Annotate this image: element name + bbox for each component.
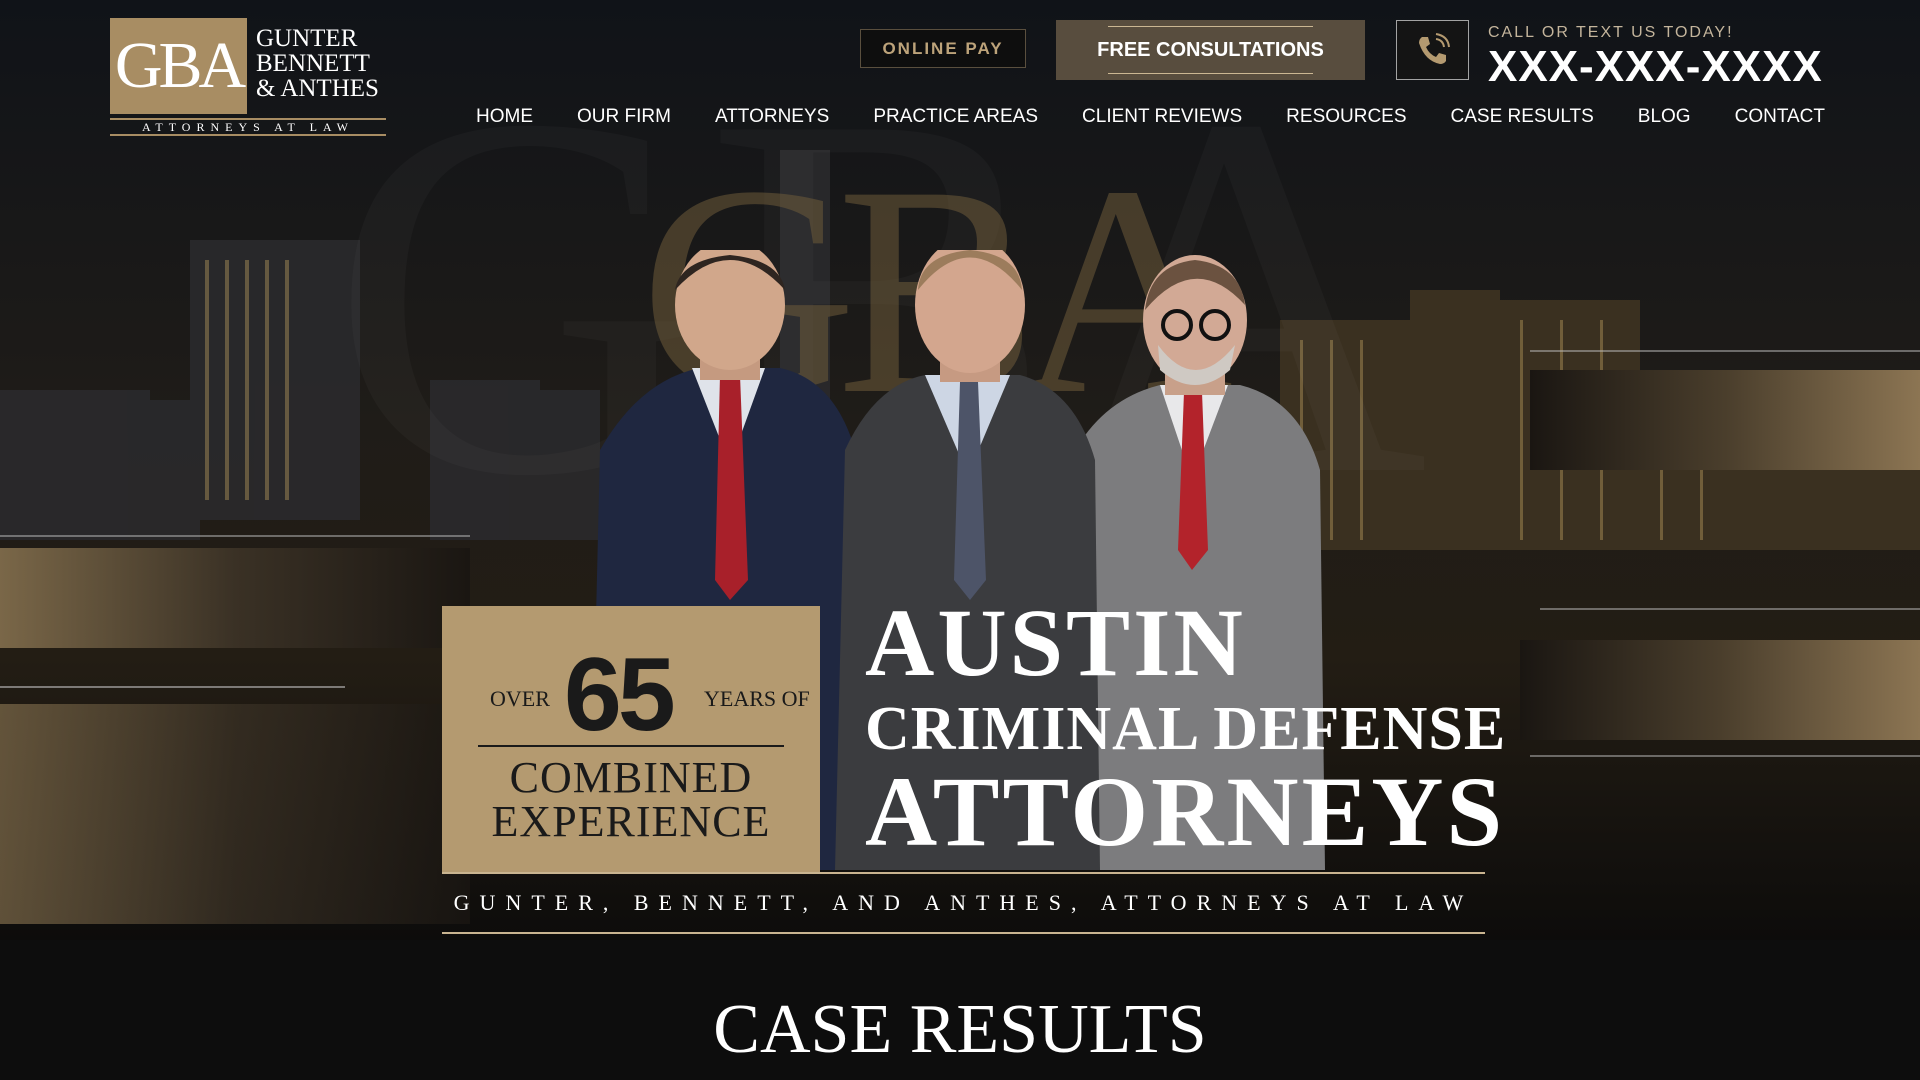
nav-item-attorneys[interactable]: ATTORNEYS bbox=[715, 106, 829, 128]
nav-item-contact[interactable]: CONTACT bbox=[1735, 106, 1825, 128]
nav-item-blog[interactable]: BLOG bbox=[1638, 106, 1691, 128]
headline-austin: AUSTIN bbox=[865, 589, 1246, 696]
phone-icon bbox=[1418, 33, 1450, 64]
headline-criminal-defense: CRIMINAL DEFENSE bbox=[865, 695, 1507, 763]
free-consultations-button[interactable]: FREE CONSULTATIONS bbox=[1056, 20, 1365, 80]
nav-item-case-results[interactable]: CASE RESULTS bbox=[1451, 106, 1594, 128]
nav-item-client-reviews[interactable]: CLIENT REVIEWS bbox=[1082, 106, 1242, 128]
nav-item-practice-areas[interactable]: PRACTICE AREAS bbox=[873, 106, 1038, 128]
main-navigation: HOME OUR FIRM ATTORNEYS PRACTICE AREAS C… bbox=[476, 106, 1825, 128]
call-cta-text: CALL OR TEXT US TODAY! bbox=[1488, 24, 1734, 41]
phone-button[interactable] bbox=[1396, 20, 1469, 80]
logo-tagline: ATTORNEYS AT LAW bbox=[110, 118, 386, 136]
firm-name-line: GUNTER, BENNETT, AND ANTHES, ATTORNEYS A… bbox=[442, 872, 1485, 934]
logo-name-line: GUNTER bbox=[256, 25, 358, 52]
online-pay-button[interactable]: ONLINE PAY bbox=[860, 29, 1026, 68]
hero-section: GBA GBA bbox=[0, 0, 1920, 940]
experience-years-of: YEARS OF bbox=[704, 686, 810, 711]
logo-name-line: BENNETT bbox=[256, 50, 370, 77]
logo-name: GUNTER BENNETT & ANTHES bbox=[256, 26, 379, 101]
experience-combined-line: EXPERIENCE bbox=[491, 797, 771, 846]
experience-over: OVER bbox=[490, 686, 550, 711]
phone-number[interactable]: XXX-XXX-XXXX bbox=[1488, 42, 1823, 92]
experience-combined-line: COMBINED bbox=[509, 753, 753, 802]
logo-name-line: & ANTHES bbox=[256, 75, 379, 102]
headline-attorneys: ATTORNEYS bbox=[865, 756, 1506, 867]
experience-badge: OVER 65 YEARS OF COMBINED EXPERIENCE bbox=[442, 606, 820, 872]
experience-combined: COMBINED EXPERIENCE bbox=[442, 756, 820, 844]
logo-monogram: GBA bbox=[110, 18, 247, 114]
case-results-heading: CASE RESULTS bbox=[713, 991, 1207, 1068]
nav-item-our-firm[interactable]: OUR FIRM bbox=[577, 106, 671, 128]
experience-divider bbox=[478, 745, 784, 747]
nav-item-home[interactable]: HOME bbox=[476, 106, 533, 128]
nav-item-resources[interactable]: RESOURCES bbox=[1286, 106, 1406, 128]
site-logo[interactable]: GBA GUNTER BENNETT & ANTHES ATTORNEYS AT… bbox=[110, 18, 386, 136]
experience-years-number: 65 bbox=[564, 637, 676, 753]
